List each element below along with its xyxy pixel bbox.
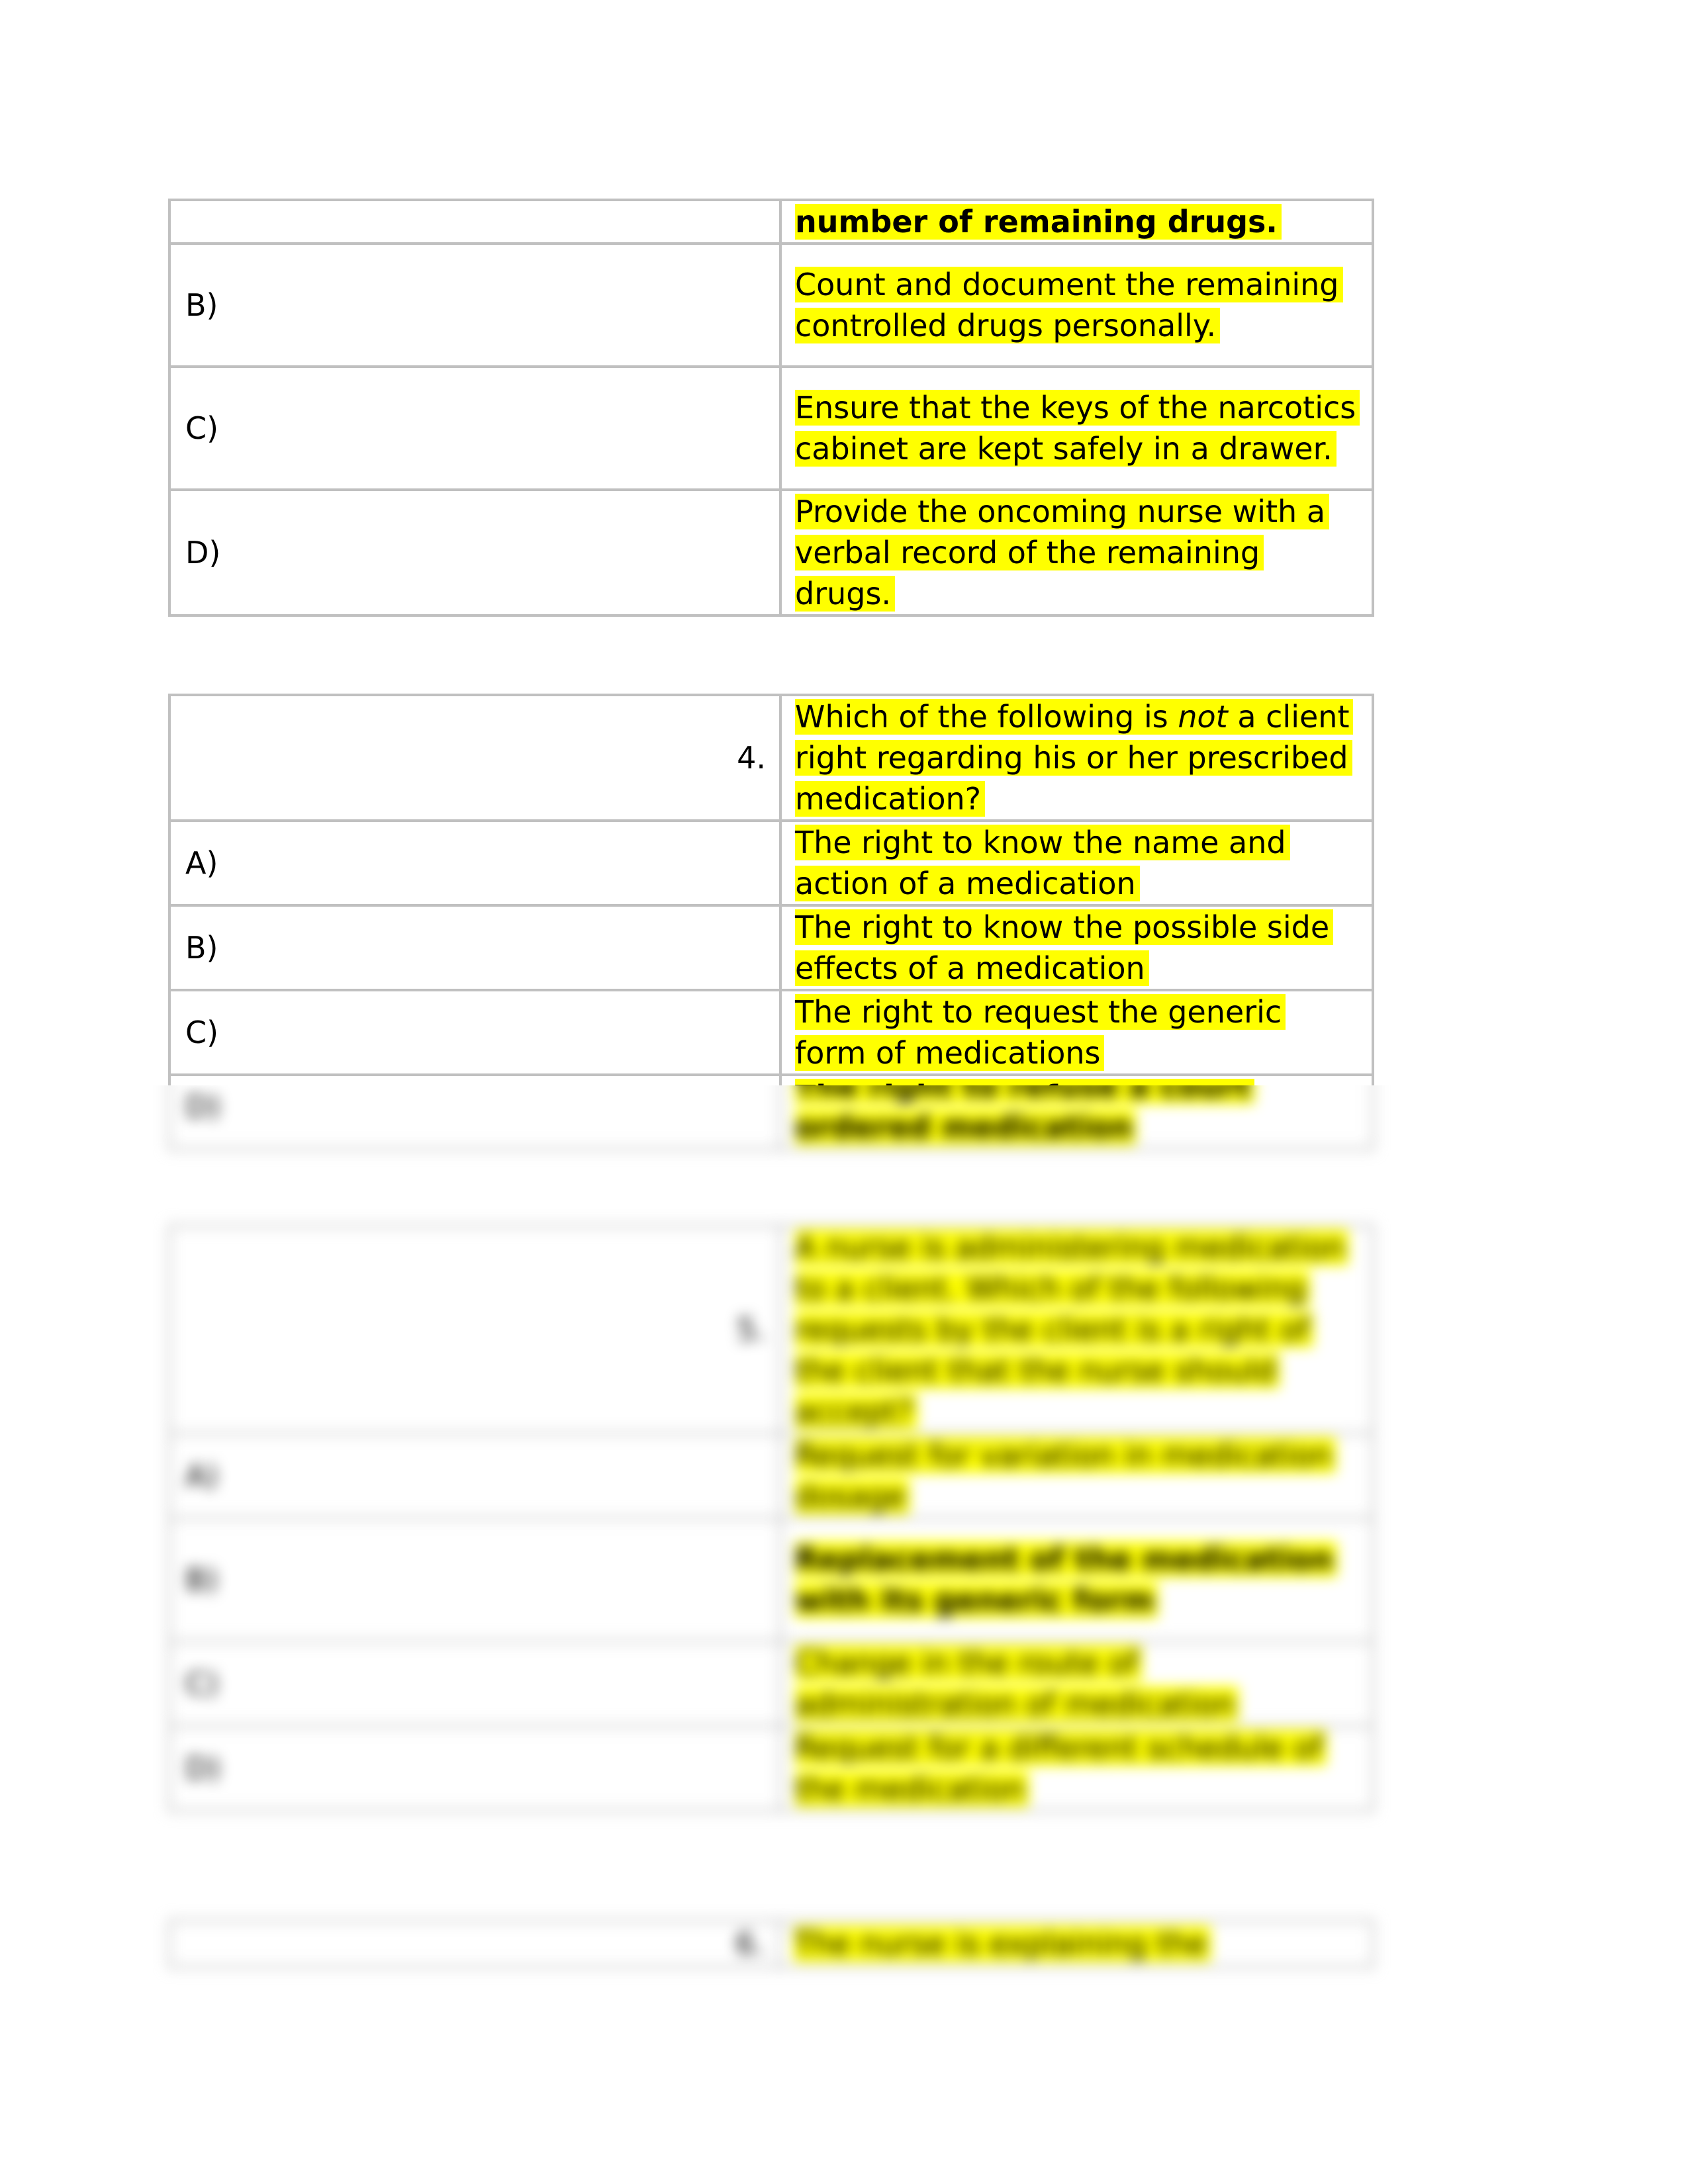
option-text-cell: The right to know the name and action of… [779, 819, 1374, 907]
option-text-cell: The right to refuse a court ordered medi… [779, 1073, 1374, 1085]
table-row: D) The right to refuse a court ordered m… [168, 1073, 1374, 1085]
table-row: C) Change in the route of administration… [168, 1640, 1374, 1727]
table-row: A) Request for variation in medication d… [168, 1432, 1374, 1520]
question-4-table-blurred: 4. D) The right to refuse a court ordere… [168, 1085, 1374, 1150]
option-text-cell: The right to request the generic form of… [779, 989, 1374, 1076]
question-row: 5. A nurse is administering medication t… [168, 1224, 1374, 1435]
table-row: A) The right to know the name and action… [168, 819, 1374, 907]
option-text: Ensure that the keys of the narcotics ca… [795, 390, 1360, 467]
option-label: B) [168, 904, 782, 991]
question-row: 6. The nurse is explaining the [168, 1919, 1374, 1968]
table-row: B) The right to know the possible side e… [168, 904, 1374, 991]
option-text-cell: Count and document the remaining control… [779, 242, 1374, 368]
option-label: D) [168, 1085, 782, 1150]
option-label: C) [168, 989, 782, 1076]
option-text-cell: number of remaining drugs. [779, 199, 1374, 245]
option-label: C) [168, 1640, 782, 1727]
table-row: D) The right to refuse a court ordered m… [168, 1085, 1374, 1150]
option-text: The right to request the generic form of… [795, 994, 1286, 1071]
table-row: C) Ensure that the keys of the narcotics… [168, 365, 1374, 491]
option-text-cell: The right to know the possible side effe… [779, 904, 1374, 991]
option-label: A) [168, 1432, 782, 1520]
table-row: number of remaining drugs. [168, 199, 1374, 245]
question-5-table: 5. A nurse is administering medication t… [168, 1224, 1374, 1812]
question-text-part: Which of the following is [795, 699, 1178, 735]
option-text-cell: Request for variation in medication dosa… [779, 1432, 1374, 1520]
question-row: 4. Which of the following is not a clien… [168, 694, 1374, 822]
question-text: Which of the following is not a client r… [795, 699, 1354, 817]
option-text-cell: Replacement of the medication with its g… [779, 1517, 1374, 1643]
question-number: 5. [168, 1224, 782, 1435]
question-4-table: 4. Which of the following is not a clien… [168, 694, 1374, 1085]
option-text-cell: Change in the route of administration of… [779, 1640, 1374, 1727]
question-number: 6. [168, 1919, 780, 1968]
option-text: Count and document the remaining control… [795, 267, 1343, 343]
option-label: B) [168, 242, 782, 368]
blurred-content: 4. D) The right to refuse a court ordere… [0, 1085, 1688, 2184]
option-text: The right to refuse a court ordered medi… [795, 1085, 1254, 1145]
question-number: 4. [168, 694, 782, 822]
option-text-cell: Request for a different schedule of the … [779, 1725, 1374, 1812]
table-row: B) Count and document the remaining cont… [168, 242, 1374, 368]
option-text: Replacement of the medication with its g… [795, 1541, 1337, 1618]
option-text: Change in the route of administration of… [795, 1645, 1239, 1722]
question-3-options-table: number of remaining drugs. B) Count and … [168, 199, 1374, 617]
table-row: C) The right to request the generic form… [168, 989, 1374, 1076]
option-text: number of remaining drugs. [795, 204, 1282, 240]
option-label: D) [168, 488, 782, 617]
option-text: The right to refuse a court ordered medi… [795, 1079, 1254, 1085]
blurred-preview-region: 4. D) The right to refuse a court ordere… [0, 1085, 1688, 2184]
option-text: The right to know the name and action of… [795, 825, 1290, 901]
option-label: D) [168, 1725, 782, 1812]
option-label: C) [168, 365, 782, 491]
question-text-cell: A nurse is administering medication to a… [779, 1224, 1374, 1435]
question-emphasis: not [1178, 699, 1228, 735]
question-text-cell: Which of the following is not a client r… [779, 694, 1374, 822]
question-text: A nurse is administering medication to a… [795, 1230, 1349, 1430]
option-text: The right to know the possible side effe… [795, 909, 1334, 986]
question-6-table: 6. The nurse is explaining the [168, 1919, 1374, 1968]
table-row: D) Provide the oncoming nurse with a ver… [168, 488, 1374, 617]
table-row: B) Replacement of the medication with it… [168, 1517, 1374, 1643]
option-label: B) [168, 1517, 782, 1643]
option-text-cell: Provide the oncoming nurse with a verbal… [779, 488, 1374, 617]
option-text: Request for a different schedule of the … [795, 1730, 1327, 1807]
question-text: The nurse is explaining the [794, 1926, 1211, 1962]
visible-page-region: number of remaining drugs. B) Count and … [0, 0, 1688, 1085]
option-label: D) [168, 1073, 782, 1085]
option-text-cell: Ensure that the keys of the narcotics ca… [779, 365, 1374, 491]
option-label: A) [168, 819, 782, 907]
option-text-cell: The right to refuse a court ordered medi… [779, 1085, 1374, 1150]
option-label [168, 199, 782, 245]
option-text: Request for variation in medication dosa… [795, 1437, 1336, 1514]
question-text-cell: The nurse is explaining the [778, 1919, 1374, 1968]
table-row: D) Request for a different schedule of t… [168, 1725, 1374, 1812]
option-text: Provide the oncoming nurse with a verbal… [795, 494, 1330, 612]
